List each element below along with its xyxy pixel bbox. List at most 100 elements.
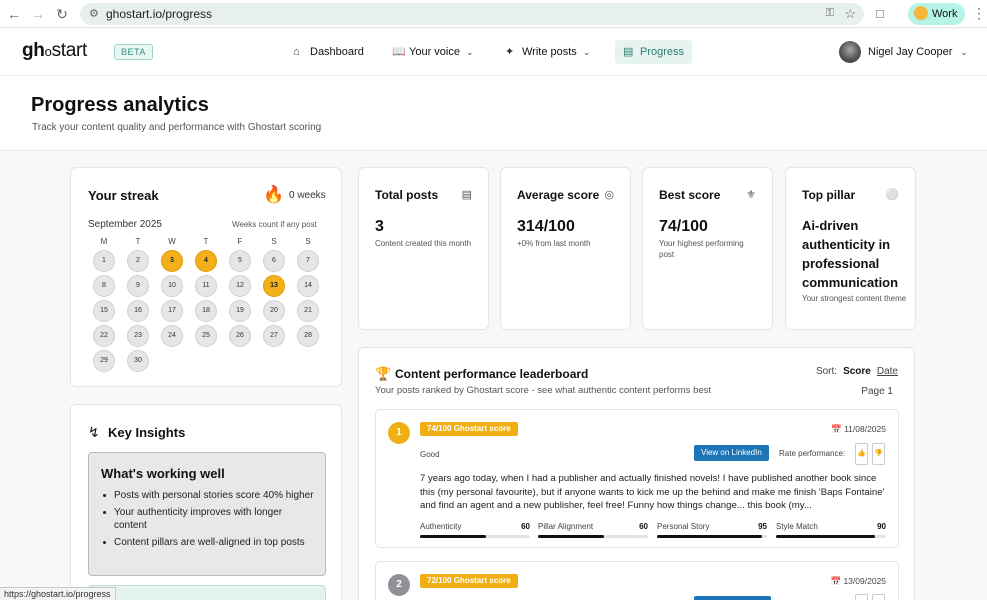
browser-toolbar: ← → ↻ ⚙ ghostart.io/progress ⚿ ☆ □ Work … [0, 0, 987, 28]
logo-part: start [51, 40, 88, 61]
nav-your-voice[interactable]: 📖 Your voice ⌄ [384, 40, 482, 64]
calendar-day: 23 [127, 325, 149, 347]
view-on-linkedin-button[interactable]: View on LinkedIn [694, 445, 769, 461]
address-bar[interactable]: ⚙ ghostart.io/progress ⚿ ☆ [80, 3, 864, 25]
total-posts-caption: Content created this month [375, 239, 472, 248]
page-indicator: Page 1 [861, 386, 893, 397]
browser-menu-icon[interactable]: ⋮ [972, 5, 986, 22]
back-arrow-icon[interactable]: ← [5, 5, 23, 23]
thumbs-up-icon[interactable]: 👍 [855, 443, 868, 465]
page-header: Progress analytics Track your content qu… [0, 75, 987, 151]
nav-write-posts[interactable]: ✦ Write posts ⌄ [497, 40, 598, 64]
calendar-day: 12 [229, 275, 251, 297]
calendar-day: 20 [263, 300, 285, 322]
thumbs-down-icon[interactable]: 👎 [872, 443, 885, 465]
top-pillar-value: Ai-driven authenticity in professional c… [802, 218, 899, 290]
metric-value: 95 [758, 522, 767, 531]
logo-part: gh [22, 40, 45, 61]
metric-value: 60 [521, 522, 530, 531]
sparkles-icon: ✦ [505, 46, 515, 58]
thumbs-up-icon[interactable] [855, 594, 868, 600]
nav-dashboard[interactable]: ⌂ Dashboard [285, 40, 372, 64]
metric-bar-track [776, 535, 886, 538]
sort-by-date[interactable]: Date [877, 366, 898, 377]
key-insights-card: ↯ Key Insights What's working well Posts… [70, 404, 342, 600]
streak-note: Weeks count if any post [232, 220, 317, 229]
calendar-day: 16 [127, 300, 149, 322]
calendar-day: 19 [229, 300, 251, 322]
grade-label: Good [420, 450, 440, 459]
best-score-card: Best score ⚜ 74/100 Your highest perform… [642, 167, 773, 330]
calendar-day: 28 [297, 325, 319, 347]
view-on-linkedin-button[interactable] [694, 596, 771, 600]
thumbs-down-icon[interactable] [872, 594, 885, 600]
rank-badge: 2 [388, 574, 410, 596]
extensions-icon[interactable]: □ [876, 6, 884, 21]
calendar-day: 9 [127, 275, 149, 297]
streak-card: Your streak 🔥 0 weeks September 2025 Wee… [70, 167, 342, 387]
score-metric: Authenticity 60 [420, 522, 530, 538]
profile-button[interactable]: Work [908, 3, 966, 25]
metric-bar-track [657, 535, 767, 538]
trophy-icon: 🏆 [375, 366, 392, 381]
forward-arrow-icon[interactable]: → [29, 5, 47, 23]
post-date-text: 13/09/2025 [843, 576, 886, 586]
calendar-day: 26 [229, 325, 251, 347]
metric-value: 60 [639, 522, 648, 531]
metric-value: 90 [877, 522, 886, 531]
page-subtitle: Track your content quality and performan… [32, 122, 322, 133]
profile-label: Work [932, 8, 958, 20]
calendar-day: 25 [195, 325, 217, 347]
insights-secondary-panel [88, 585, 326, 600]
calendar-day: 14 [297, 275, 319, 297]
calendar-day: 4 [195, 250, 217, 272]
total-posts-title: Total posts [375, 188, 439, 202]
weekday-label: S [271, 237, 277, 246]
leaderboard-post: 2 72/100 Ghostart score 📅 13/09/2025 [375, 561, 899, 600]
rank-badge: 1 [388, 422, 410, 444]
ghostart-logo[interactable]: ghostart [22, 40, 87, 62]
chevron-down-icon: ⌄ [465, 47, 474, 57]
leaderboard-post: 1 74/100 Ghostart score 📅 11/08/2025 Goo… [375, 409, 899, 548]
calendar-day: 11 [195, 275, 217, 297]
best-score-caption: Your highest performing post [659, 239, 744, 259]
calendar-day: 10 [161, 275, 183, 297]
weekday-label: S [305, 237, 311, 246]
leaderboard-card: 🏆 Content performance leaderboard Your p… [358, 347, 915, 600]
metric-label: Authenticity [420, 522, 462, 531]
streak-weeks: 0 weeks [289, 190, 326, 201]
nav-progress[interactable]: ▤ Progress [615, 40, 693, 64]
bookmark-star-icon[interactable]: ☆ [844, 6, 856, 22]
page-title: Progress analytics [31, 94, 209, 116]
calendar-day: 30 [127, 350, 149, 372]
flame-icon: 🔥 [263, 185, 285, 204]
bar-chart-icon: ▤ [461, 189, 472, 201]
weekday-label: T [203, 237, 209, 246]
post-excerpt: 7 years ago today, when I had a publishe… [420, 473, 885, 511]
reload-icon[interactable]: ↻ [53, 5, 71, 23]
total-posts-card: Total posts ▤ 3 Content created this mon… [358, 167, 489, 330]
metric-bar-fill [538, 535, 604, 538]
status-bar-url: https://ghostart.io/progress [0, 587, 116, 600]
calendar-icon: 📅 [831, 424, 842, 434]
calendar-day: 6 [263, 250, 285, 272]
calendar-icon: 📅 [830, 576, 842, 586]
user-menu[interactable]: Nigel Jay Cooper ⌄ [839, 41, 968, 64]
score-badge: 74/100 Ghostart score [420, 422, 518, 436]
calendar-day: 1 [93, 250, 115, 272]
metric-bar-fill [657, 535, 762, 538]
metric-bar-track [538, 535, 648, 538]
url-text: ghostart.io/progress [106, 7, 213, 21]
post-date-text: 11/08/2025 [844, 424, 886, 434]
best-score-title: Best score [659, 188, 721, 202]
key-icon[interactable]: ⚿ [826, 7, 834, 20]
site-settings-icon[interactable]: ⚙ [89, 7, 103, 21]
insights-list: Posts with personal stories score 40% hi… [101, 489, 316, 553]
post-date: 📅 11/08/2025 [831, 424, 886, 435]
insight-item: Posts with personal stories score 40% hi… [101, 489, 316, 502]
sort-by-score[interactable]: Score [843, 366, 871, 377]
leaderboard-subtitle: Your posts ranked by Ghostart score - se… [375, 385, 712, 396]
calendar-day: 22 [93, 325, 115, 347]
nav-dashboard-label: Dashboard [310, 46, 364, 58]
lightning-icon: ↯ [88, 424, 100, 440]
